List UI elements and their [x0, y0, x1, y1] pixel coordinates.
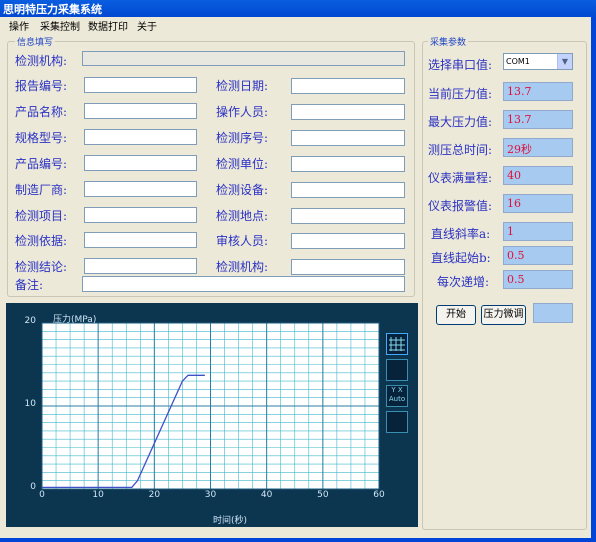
remark-field[interactable] [82, 276, 405, 292]
zoom-icon[interactable] [386, 359, 408, 381]
x-tick-label: 30 [204, 490, 217, 500]
param-value: 29秒 [503, 138, 573, 157]
info-field-left[interactable] [84, 232, 197, 248]
menu-print[interactable]: 数据打印 [88, 18, 128, 33]
info-label-left: 检测项目: [15, 209, 68, 223]
param-label: 仪表报警值: [428, 199, 493, 213]
param-value: 16 [503, 194, 573, 213]
param-value: 40 [503, 166, 573, 185]
x-tick-label: 0 [39, 490, 45, 500]
info-label-left: 产品名称: [15, 105, 68, 119]
info-label-left: 产品编号: [15, 157, 68, 171]
param-value: 0.5 [503, 270, 573, 289]
pan-icon[interactable] [386, 411, 408, 433]
info-label-right: 操作人员: [216, 105, 269, 119]
x-axis-label: 时间(秒) [213, 516, 248, 526]
info-group-title: 信息填写 [15, 35, 56, 48]
y-tick-label: 10 [24, 399, 36, 409]
info-field-right[interactable] [291, 78, 405, 94]
chevron-down-icon[interactable]: ▼ [557, 54, 572, 69]
y-axis-label: 压力(MPa) [53, 315, 97, 325]
info-field-left[interactable] [84, 155, 197, 171]
menu-bar: 操作 采集控制 数据打印 关于 [0, 17, 596, 33]
info-field-right[interactable] [291, 130, 405, 146]
title-bar: 思明特压力采集系统 [0, 0, 596, 17]
x-tick-label: 50 [317, 490, 329, 500]
param-label: 仪表满量程: [428, 171, 493, 185]
info-field-right[interactable] [291, 182, 405, 198]
info-field-left[interactable] [84, 129, 197, 145]
param-label: 当前压力值: [428, 87, 493, 101]
param-value: 13.7 [503, 110, 573, 129]
param-label: 最大压力值: [428, 115, 493, 129]
info-label-right: 检测单位: [216, 157, 269, 171]
start-button[interactable]: 开始 [436, 305, 476, 325]
params-group-title: 采集参数 [428, 35, 469, 48]
param-value: 1 [503, 222, 573, 241]
info-label-left: 规格型号: [15, 131, 68, 145]
x-tick-label: 10 [92, 490, 104, 500]
window-bottom-border [0, 538, 596, 542]
info-label-left: 制造厂商: [15, 183, 68, 197]
info-label-right: 审核人员: [216, 234, 269, 248]
x-tick-label: 20 [148, 490, 161, 500]
info-label-right: 检测机构: [216, 260, 269, 274]
info-label-left: 检测结论: [15, 260, 68, 274]
info-label-right: 检测设备: [216, 183, 269, 197]
menu-collect-control[interactable]: 采集控制 [40, 18, 80, 33]
window-title: 思明特压力采集系统 [3, 3, 102, 16]
info-label-right: 检测日期: [216, 79, 269, 93]
y-tick-label: 20 [24, 316, 36, 326]
pressure-chart: 压力(MPa) 时间(秒) 0 10 20 0 10 20 30 40 50 60 Y X Aut… [6, 303, 418, 527]
autoscale-icon[interactable]: Y X Auto [386, 385, 408, 407]
port-select-value: COM1 [506, 57, 530, 66]
info-label-left: 检测依据: [15, 234, 68, 248]
calibrate-button[interactable]: 压力微调 [481, 305, 526, 325]
x-tick-label: 60 [373, 490, 385, 500]
info-label-right: 检测序号: [216, 131, 269, 145]
param-label: 测压总时间: [428, 143, 493, 157]
window-right-border [591, 17, 596, 542]
param-value: 13.7 [503, 82, 573, 101]
grid-icon[interactable] [386, 333, 408, 355]
port-select[interactable]: COM1 ▼ [503, 53, 573, 70]
info-field-right[interactable] [291, 259, 405, 275]
info-field-right[interactable] [291, 156, 405, 172]
menu-about[interactable]: 关于 [137, 18, 157, 33]
org-field[interactable] [82, 51, 405, 66]
info-label-right: 检测地点: [216, 209, 269, 223]
info-field-right[interactable] [291, 208, 405, 224]
param-label: 直线起始b: [431, 251, 491, 265]
info-field-right[interactable] [291, 104, 405, 120]
remark-label: 备注: [15, 278, 44, 292]
info-label-left: 报告编号: [15, 79, 68, 93]
menu-operate[interactable]: 操作 [9, 18, 29, 33]
param-label: 直线斜率a: [431, 227, 491, 241]
org-label: 检测机构: [15, 54, 68, 68]
x-tick-label: 40 [260, 490, 273, 500]
info-field-left[interactable] [84, 103, 197, 119]
info-field-left[interactable] [84, 207, 197, 223]
param-label: 每次递增: [437, 275, 490, 289]
info-field-left[interactable] [84, 258, 197, 274]
info-field-left[interactable] [84, 77, 197, 93]
param-value: 0.5 [503, 246, 573, 265]
calibrate-value-box [533, 303, 573, 323]
info-field-left[interactable] [84, 181, 197, 197]
info-field-right[interactable] [291, 233, 405, 249]
port-label: 选择串口值: [428, 58, 493, 72]
